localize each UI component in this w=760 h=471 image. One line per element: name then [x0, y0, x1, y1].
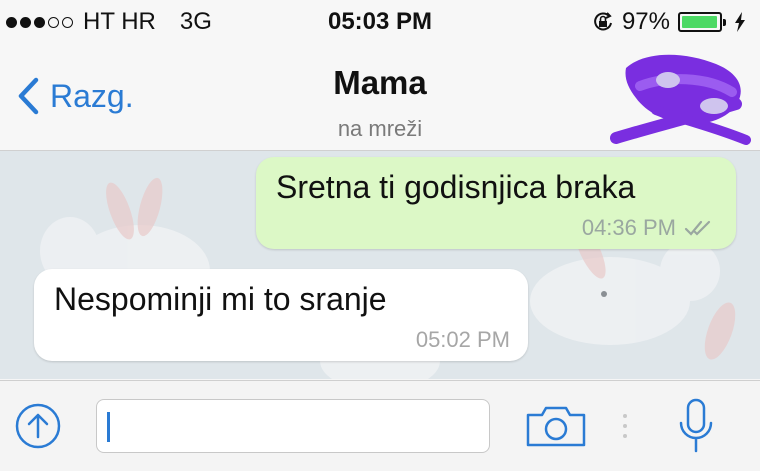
charging-bolt-icon [735, 12, 745, 32]
message-time: 05:02 PM [415, 327, 510, 352]
message-text: Nespominji mi to sranje [54, 281, 387, 317]
status-right: 97% [592, 8, 746, 36]
avatar[interactable] [606, 46, 756, 150]
status-bar: HT HR 3G 05:03 PM 97% [0, 0, 760, 46]
battery-percent: 97% [621, 8, 670, 35]
camera-icon[interactable] [524, 403, 588, 449]
message-input[interactable] [96, 399, 490, 453]
message-meta: 04:36 PM [582, 215, 714, 241]
separator-dots [623, 414, 627, 438]
double-check-icon [684, 220, 711, 236]
message-text: Sretna ti godisnjica braka [276, 169, 636, 205]
chat-header: Razg. Mama na mreži [0, 46, 760, 151]
outgoing-message[interactable]: Sretna ti godisnjica braka 04:36 PM [256, 157, 736, 249]
composer-bar [0, 380, 760, 471]
rotation-lock-icon [594, 12, 612, 31]
message-meta: 05:02 PM [416, 327, 510, 353]
incoming-message[interactable]: Nespominji mi to sranje 05:02 PM [34, 269, 528, 361]
message-list[interactable]: Sretna ti godisnjica braka 04:36 PM Nesp… [0, 151, 760, 379]
battery-icon [678, 12, 726, 32]
text-caret [107, 412, 110, 442]
message-time: 04:36 PM [581, 215, 676, 240]
upload-icon[interactable] [14, 402, 62, 450]
microphone-icon[interactable] [676, 397, 716, 455]
